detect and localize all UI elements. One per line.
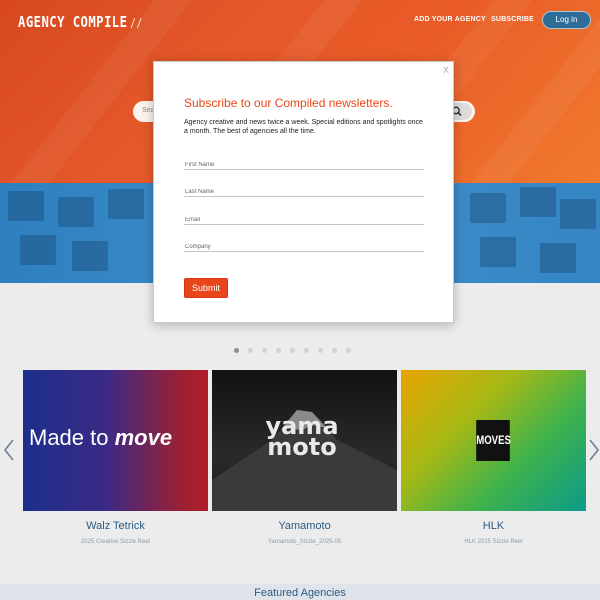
last-name-field[interactable] <box>184 180 424 200</box>
last-name-input[interactable] <box>184 184 424 200</box>
first-name-field[interactable] <box>184 153 424 173</box>
page: AGENCY COMPILE// ADD YOUR AGENCY SUBSCRI… <box>0 0 600 600</box>
close-button[interactable]: X <box>443 65 449 75</box>
email-field[interactable] <box>184 208 424 228</box>
modal-title: Subscribe to our Compiled newsletters. <box>184 96 393 110</box>
company-field[interactable] <box>184 235 424 255</box>
first-name-input[interactable] <box>184 157 424 173</box>
subscribe-modal: X Subscribe to our Compiled newsletters.… <box>153 61 454 323</box>
submit-button[interactable]: Submit <box>184 278 228 298</box>
modal-description: Agency creative and news twice a week. S… <box>184 119 423 135</box>
company-input[interactable] <box>184 239 424 255</box>
email-input[interactable] <box>184 212 424 228</box>
